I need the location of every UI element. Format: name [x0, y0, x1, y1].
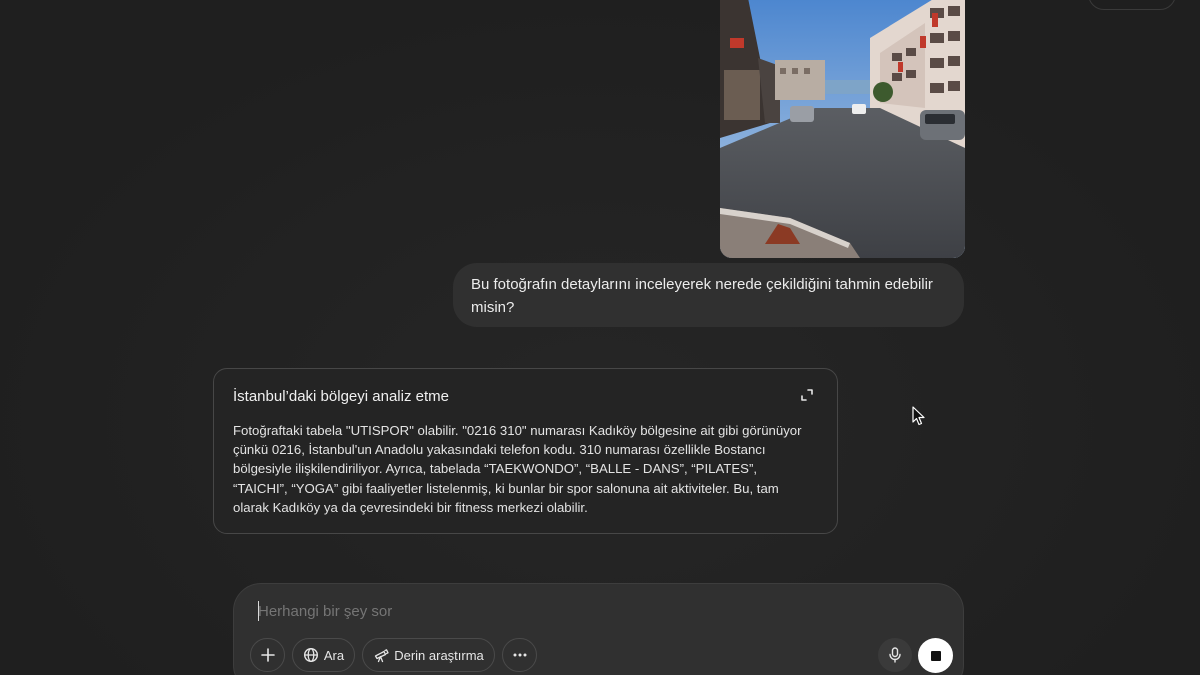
message-composer: Ara Derin araştırma	[233, 583, 964, 675]
analysis-card-body: Fotoğraftaki tabela "UTISPOR" olabilir. …	[233, 423, 802, 515]
search-button-label: Ara	[323, 647, 345, 663]
deep-research-label: Derin araştırma	[394, 647, 484, 663]
text-caret	[258, 601, 259, 621]
analysis-card-title: İstanbul’daki bölgeyi analiz etme	[233, 388, 449, 405]
uploaded-street-photo[interactable]	[720, 0, 965, 258]
share-button[interactable]	[1088, 0, 1176, 10]
mouse-pointer-icon	[912, 406, 925, 426]
attach-button[interactable]	[250, 638, 285, 672]
globe-icon	[303, 647, 318, 663]
user-message-text: Bu fotoğrafın detaylarını inceleyerek ne…	[471, 276, 933, 316]
voice-input-button[interactable]	[878, 638, 912, 672]
search-button[interactable]: Ara	[292, 638, 355, 672]
analysis-card[interactable]: İstanbul’daki bölgeyi analiz etme Fotoğr…	[213, 368, 838, 534]
deep-research-button[interactable]: Derin araştırma	[362, 638, 495, 672]
microphone-icon	[889, 647, 901, 663]
user-message-bubble: Bu fotoğrafın detaylarını inceleyerek ne…	[453, 263, 964, 327]
more-horizontal-icon	[513, 653, 526, 657]
stop-generating-button[interactable]	[918, 638, 953, 673]
plus-icon	[260, 648, 275, 662]
street-photo-illustration	[720, 0, 965, 258]
more-tools-button[interactable]	[502, 638, 537, 672]
expand-icon[interactable]	[799, 387, 815, 403]
chat-window: Bu fotoğrafın detaylarını inceleyerek ne…	[0, 0, 1200, 675]
stop-icon	[930, 650, 941, 661]
telescope-icon	[375, 649, 389, 663]
prompt-input[interactable]	[258, 600, 858, 622]
